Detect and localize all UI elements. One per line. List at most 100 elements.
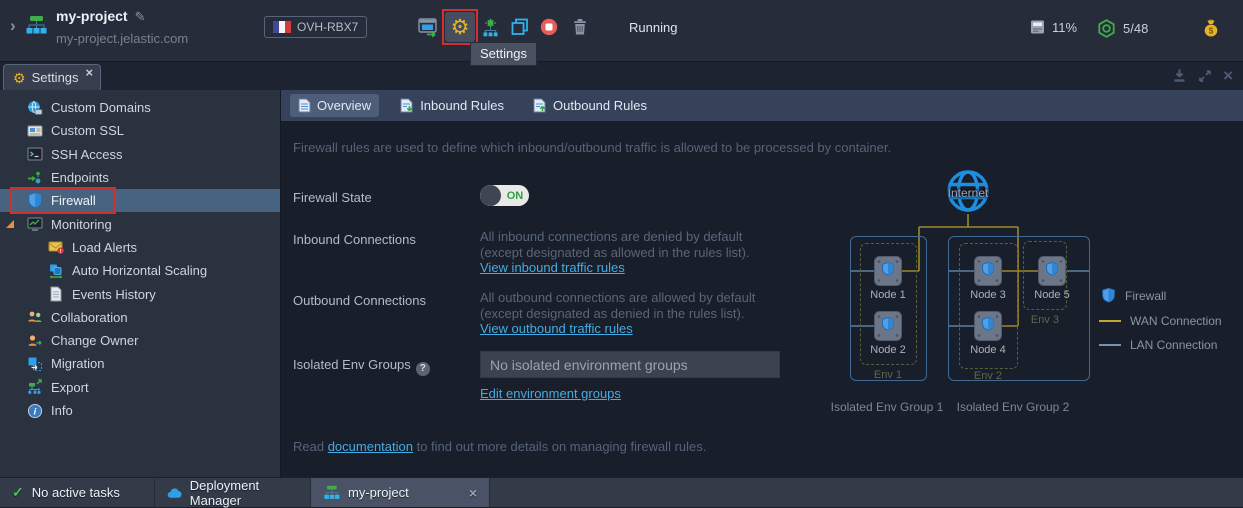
page-icon <box>298 98 311 113</box>
sidebar-item-migration[interactable]: Migration <box>0 352 280 375</box>
delete-environment-button[interactable] <box>567 14 593 40</box>
node-5 <box>1038 256 1066 286</box>
topology-icon <box>483 18 497 36</box>
node-5-label: Node 5 <box>1034 289 1070 301</box>
expand-icon <box>1199 69 1211 82</box>
sidebar-item-info[interactable]: i Info <box>0 399 280 422</box>
disk-icon <box>1031 20 1044 34</box>
tab-strip: ⚙ Settings × × <box>0 62 1243 90</box>
edit-pencil-icon[interactable]: ✎ <box>135 9 146 24</box>
internet-label: Internet <box>947 186 989 200</box>
expander-icon[interactable] <box>6 220 14 229</box>
chevron-right-icon[interactable]: › <box>10 16 16 36</box>
isolated-group-2-label: Isolated Env Group 2 <box>956 400 1070 414</box>
environment-icon <box>324 485 340 499</box>
download-button[interactable] <box>1172 68 1187 83</box>
sidebar-item-export[interactable]: Export <box>0 376 280 399</box>
close-icon[interactable]: × <box>86 65 94 80</box>
tab-outbound-rules[interactable]: Outbound Rules <box>525 94 655 117</box>
mail-alert-icon: ! <box>47 239 64 256</box>
shield-icon <box>26 192 43 209</box>
expand-button[interactable] <box>1198 69 1212 83</box>
isolated-env-groups-input[interactable] <box>480 351 780 378</box>
people-icon <box>26 309 43 326</box>
outbound-connections-text: All outbound connections are allowed by … <box>480 290 755 322</box>
deployment-manager-label: Deployment Manager <box>189 477 260 508</box>
sidebar-item-events-history[interactable]: Events History <box>0 282 280 305</box>
view-outbound-rules-link[interactable]: View outbound traffic rules <box>480 321 633 336</box>
sidebar-item-endpoints[interactable]: Endpoints <box>0 166 280 189</box>
svg-text:$: $ <box>1208 25 1213 35</box>
check-icon: ✓ <box>12 484 24 500</box>
close-panel-button[interactable]: × <box>1223 67 1233 84</box>
node-4-label: Node 4 <box>970 344 1006 356</box>
outbound-connections-label: Outbound Connections <box>293 293 426 308</box>
settings-button[interactable]: ⚙ <box>445 12 475 42</box>
legend-wan: WAN Connection <box>1099 314 1222 328</box>
inbound-connections-text: All inbound connections are denied by de… <box>480 229 750 261</box>
edit-environment-groups-link[interactable]: Edit environment groups <box>480 386 621 401</box>
legend-lan: LAN Connection <box>1099 338 1217 352</box>
change-topology-button[interactable] <box>477 14 503 40</box>
gear-icon: ⚙ <box>450 15 470 39</box>
tab-label: Overview <box>317 98 372 113</box>
sidebar-item-label: Events History <box>72 286 156 302</box>
download-icon <box>1174 69 1185 82</box>
settings-tooltip: Settings <box>470 42 537 66</box>
disk-usage-value: 11% <box>1052 19 1078 35</box>
person-arrow-icon <box>26 332 43 349</box>
env-3-label: Env 3 <box>1030 314 1060 326</box>
svg-text:!: ! <box>59 249 61 255</box>
inbound-connections-label: Inbound Connections <box>293 232 416 247</box>
stop-environment-button[interactable] <box>536 14 562 40</box>
sidebar-item-label: Export <box>51 379 89 395</box>
clone-environment-button[interactable] <box>507 14 533 40</box>
tasks-status[interactable]: ✓ No active tasks <box>0 478 155 507</box>
sidebar-item-change-owner[interactable]: Change Owner <box>0 329 280 352</box>
project-title: my-project ✎ <box>56 8 145 25</box>
sidebar-item-label: Custom Domains <box>51 100 151 116</box>
toggle-knob <box>480 185 501 206</box>
close-icon[interactable]: × <box>469 485 477 501</box>
tab-overview[interactable]: Overview <box>290 94 380 117</box>
project-domain: my-project.jelastic.com <box>56 31 189 46</box>
open-in-browser-button[interactable] <box>415 14 441 40</box>
help-icon[interactable]: ? <box>415 361 430 376</box>
top-header: › my-project ✎ my-project.jelastic.com OV… <box>0 0 1243 62</box>
money-bag-icon: $ <box>1204 19 1217 37</box>
sidebar-item-custom-domains[interactable]: Custom Domains <box>0 96 280 119</box>
tab-inbound-rules[interactable]: Inbound Rules <box>392 94 512 117</box>
legend-label: WAN Connection <box>1130 314 1222 328</box>
sidebar-item-monitoring[interactable]: Monitoring <box>0 212 280 235</box>
sidebar-item-ssh-access[interactable]: SSH Access <box>0 143 280 166</box>
sidebar-item-custom-ssl[interactable]: Custom SSL <box>0 119 280 142</box>
sidebar-item-firewall[interactable]: Firewall <box>0 189 280 213</box>
firewall-settings-content: Overview Inbound Rules Outbound Rules Fi… <box>281 90 1243 477</box>
node-3 <box>974 256 1002 286</box>
sidebar-item-collaboration[interactable]: Collaboration <box>0 306 280 329</box>
region-label: OVH-RBX7 <box>297 20 359 34</box>
tab-settings[interactable]: ⚙ Settings × <box>3 64 102 90</box>
billing-button[interactable]: $ <box>1198 15 1224 41</box>
toggle-on-label: ON <box>506 189 524 202</box>
cloudlets-value: 5/48 <box>1123 21 1149 36</box>
certificate-icon <box>26 122 43 139</box>
sidebar-item-label: Collaboration <box>51 309 128 325</box>
firewall-state-toggle[interactable]: ON <box>480 185 529 206</box>
status-label: Running <box>629 20 678 35</box>
outbound-text-line1: All outbound connections are allowed by … <box>480 290 756 305</box>
sidebar-item-auto-horizontal-scaling[interactable]: Auto Horizontal Scaling <box>0 259 280 282</box>
taskbar-tab-my-project[interactable]: my-project × <box>311 478 490 507</box>
documentation-link[interactable]: documentation <box>328 439 413 454</box>
footer-prefix: Read <box>293 439 328 454</box>
disk-usage-stat: 11% <box>1030 19 1077 35</box>
sidebar-item-label: Change Owner <box>51 333 139 349</box>
footer-note: Read documentation to find out more deta… <box>293 439 706 454</box>
inbound-text-line1: All inbound connections are denied by de… <box>480 229 743 244</box>
tab-settings-label: Settings <box>31 70 79 85</box>
node-2-label: Node 2 <box>870 344 906 356</box>
sidebar-item-load-alerts[interactable]: ! Load Alerts <box>0 236 280 259</box>
taskbar-deployment-manager[interactable]: Deployment Manager <box>155 477 311 508</box>
region-badge: OVH-RBX7 <box>264 16 368 38</box>
view-inbound-rules-link[interactable]: View inbound traffic rules <box>480 260 625 275</box>
